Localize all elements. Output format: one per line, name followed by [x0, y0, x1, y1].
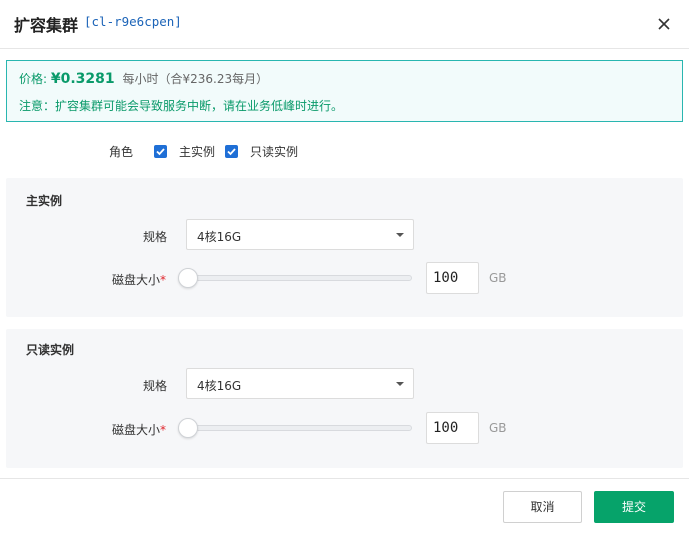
price-line: 价格: ¥0.3281 每小时（合¥236.23每月）	[19, 70, 268, 87]
primary-disk-unit: GB	[489, 271, 507, 285]
footer-divider	[0, 478, 689, 479]
primary-disk-input[interactable]: 100	[426, 262, 479, 294]
readonly-disk-unit: GB	[489, 421, 507, 435]
submit-button[interactable]: 提交	[594, 491, 674, 523]
primary-disk-slider-handle[interactable]	[178, 268, 198, 288]
readonly-spec-value: 4核16G	[197, 379, 242, 393]
price-unit: 每小时（合¥236.23每月）	[122, 72, 269, 86]
readonly-disk-input[interactable]: 100	[426, 412, 479, 444]
readonly-disk-slider[interactable]	[186, 425, 412, 431]
readonly-disk-slider-handle[interactable]	[178, 418, 198, 438]
check-icon	[156, 148, 165, 156]
role-label: 角色	[109, 145, 134, 159]
readonly-spec-label: 规格	[143, 379, 168, 393]
readonly-spec-select[interactable]: 4核16G	[186, 368, 414, 399]
readonly-section-title: 只读实例	[26, 343, 75, 357]
required-mark: *	[160, 423, 167, 437]
chevron-down-icon	[396, 382, 404, 386]
check-icon	[227, 148, 236, 156]
role-readonly-checkbox[interactable]	[225, 145, 238, 158]
price-value: ¥0.3281	[50, 71, 115, 87]
warning-note: 注意：扩容集群可能会导致服务中断，请在业务低峰时进行。	[19, 99, 344, 113]
primary-disk-slider[interactable]	[186, 275, 412, 281]
primary-spec-value: 4核16G	[197, 230, 242, 244]
primary-disk-label: 磁盘大小*	[112, 273, 167, 287]
chevron-down-icon	[396, 233, 404, 237]
dialog-title: 扩容集群	[14, 16, 79, 35]
primary-spec-select[interactable]: 4核16G	[186, 219, 414, 250]
cancel-button[interactable]: 取消	[503, 491, 582, 523]
price-label: 价格:	[19, 72, 48, 86]
cluster-id: [cl-r9e6cpen]	[84, 14, 182, 29]
dialog-header: 扩容集群 [cl-r9e6cpen]	[0, 0, 689, 49]
readonly-disk-label: 磁盘大小*	[112, 423, 167, 437]
role-primary-checkbox[interactable]	[154, 145, 167, 158]
role-readonly-label[interactable]: 只读实例	[250, 143, 298, 160]
primary-spec-label: 规格	[143, 230, 168, 244]
close-icon[interactable]	[652, 12, 676, 36]
role-primary-label[interactable]: 主实例	[179, 143, 215, 160]
required-mark: *	[160, 273, 167, 287]
price-notice: 价格: ¥0.3281 每小时（合¥236.23每月） 注意：扩容集群可能会导致…	[6, 60, 683, 122]
primary-section-title: 主实例	[26, 194, 63, 208]
